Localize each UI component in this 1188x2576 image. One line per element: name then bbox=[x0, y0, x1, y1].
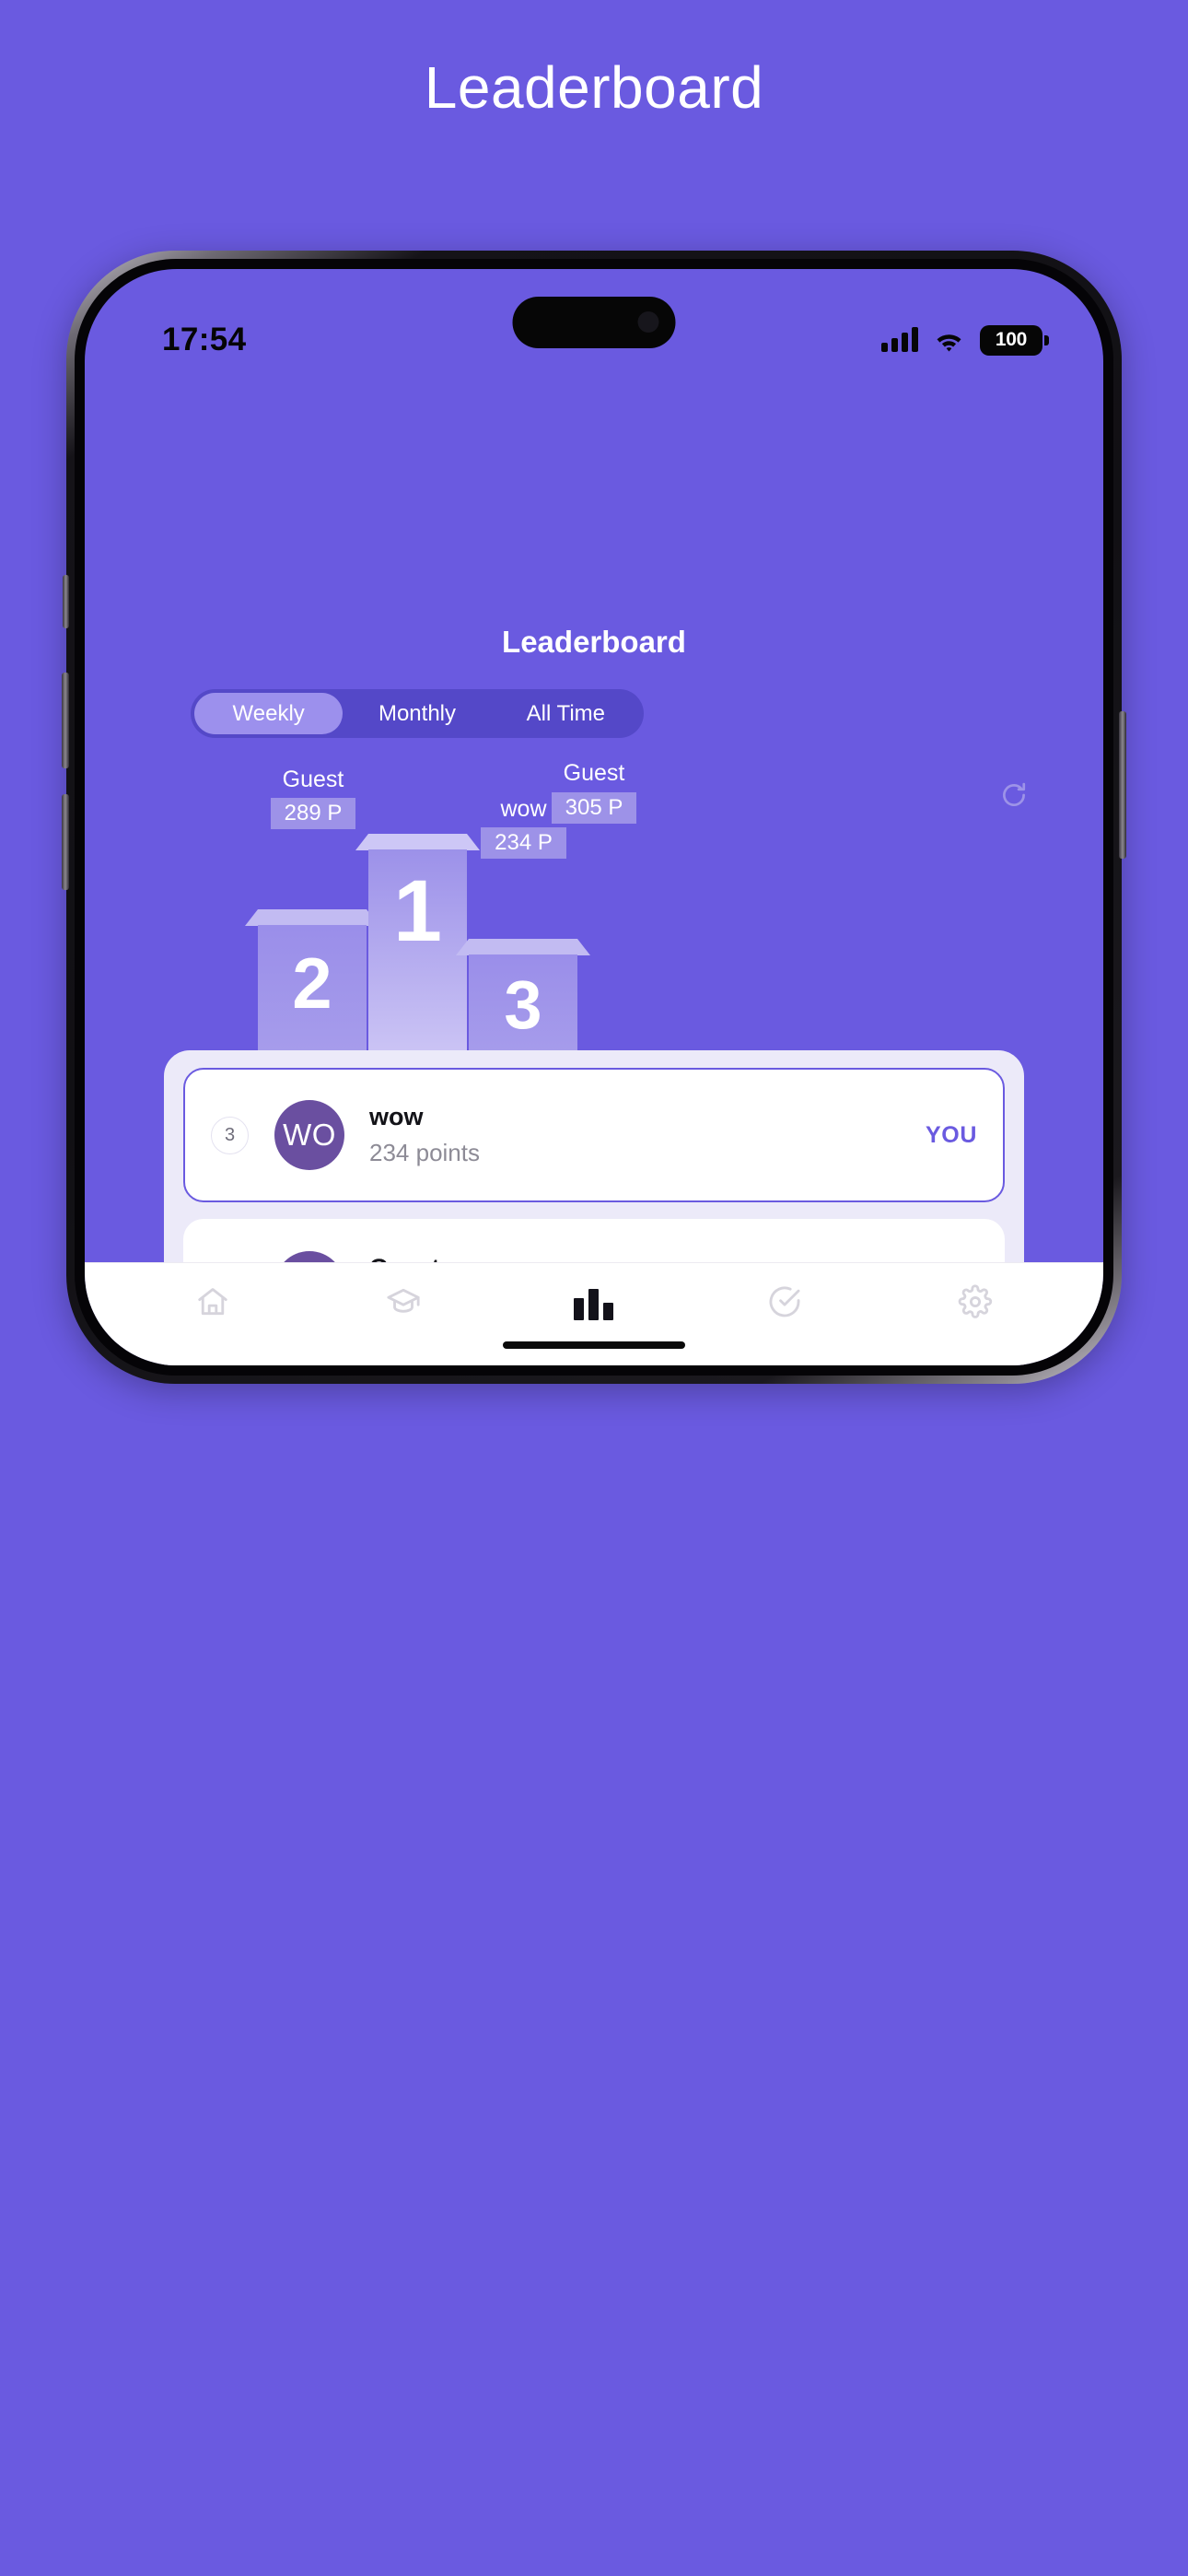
podium-name-2: Guest bbox=[282, 767, 344, 792]
bar-chart-icon bbox=[574, 1288, 614, 1320]
podium-block-1: 1 bbox=[368, 849, 467, 1061]
phone-mute-switch[interactable] bbox=[63, 575, 69, 628]
refresh-icon bbox=[998, 779, 1030, 815]
tab-learn[interactable] bbox=[368, 1277, 438, 1332]
podium-rank-3: 3 bbox=[504, 966, 542, 1043]
phone-volume-down-button[interactable] bbox=[62, 794, 69, 890]
period-segmented-control[interactable]: Weekly Monthly All Time bbox=[191, 689, 644, 738]
phone-volume-up-button[interactable] bbox=[62, 673, 69, 768]
tab-weekly[interactable]: Weekly bbox=[194, 693, 344, 734]
row-meta: wow 234 points bbox=[369, 1103, 926, 1167]
podium-block-top-3 bbox=[456, 939, 590, 955]
tab-all-time[interactable]: All Time bbox=[492, 693, 640, 734]
status-indicators: 100 bbox=[881, 324, 1049, 356]
podium-name-3: wow bbox=[500, 796, 547, 822]
podium-chart: Guest 289 P 2 1 wow 234 P 3 bbox=[85, 767, 1103, 1061]
tab-tasks[interactable] bbox=[750, 1277, 820, 1332]
podium-rank-2: 2 bbox=[292, 943, 332, 1024]
podium-label-2: Guest 289 P bbox=[237, 767, 390, 829]
gear-icon bbox=[958, 1284, 993, 1324]
podium-place-1: 1 bbox=[368, 849, 467, 1061]
rank-badge: 3 bbox=[211, 1116, 249, 1154]
you-badge: YOU bbox=[926, 1121, 977, 1148]
podium-block-top-2 bbox=[245, 909, 379, 926]
promo-title: Leaderboard bbox=[424, 54, 764, 121]
podium-place-2: Guest 289 P 2 bbox=[258, 767, 367, 1061]
battery-level: 100 bbox=[995, 329, 1028, 350]
cellular-signal-icon bbox=[881, 327, 918, 352]
podium-place-3: wow 234 P 3 bbox=[469, 796, 577, 1061]
tab-settings[interactable] bbox=[940, 1277, 1010, 1332]
tab-monthly[interactable]: Monthly bbox=[343, 693, 491, 734]
battery-icon: 100 bbox=[980, 324, 1049, 356]
podium-section: Guest 305 P Guest 289 P 2 1 wow 234 P 3 bbox=[85, 748, 1103, 1061]
graduation-cap-icon bbox=[386, 1284, 421, 1324]
refresh-button[interactable] bbox=[995, 778, 1033, 816]
podium-block-2: 2 bbox=[258, 925, 367, 1061]
phone-power-button[interactable] bbox=[1119, 711, 1126, 859]
app-screen-title: Leaderboard bbox=[502, 625, 686, 659]
podium-label-3: wow 234 P bbox=[448, 796, 599, 859]
wifi-icon bbox=[934, 329, 964, 352]
podium-points-2: 289 P bbox=[270, 798, 356, 829]
tab-leaderboard[interactable] bbox=[559, 1277, 629, 1332]
dynamic-island bbox=[512, 297, 676, 348]
podium-points-3: 234 P bbox=[481, 827, 566, 859]
row-points: 234 points bbox=[369, 1139, 480, 1166]
phone-frame: 17:54 100 Leaderboard Weekly Monthly All… bbox=[62, 251, 1126, 1384]
home-icon bbox=[195, 1284, 230, 1324]
avatar: WO bbox=[274, 1100, 344, 1170]
podium-block-3: 3 bbox=[469, 954, 577, 1061]
status-clock: 17:54 bbox=[162, 322, 247, 357]
bottom-tab-bar bbox=[85, 1262, 1103, 1365]
phone-screen: 17:54 100 Leaderboard Weekly Monthly All… bbox=[85, 269, 1103, 1365]
check-circle-icon bbox=[767, 1284, 802, 1324]
home-indicator[interactable] bbox=[503, 1341, 685, 1349]
tab-home[interactable] bbox=[178, 1277, 248, 1332]
table-row[interactable]: 3 WO wow 234 points YOU bbox=[183, 1068, 1005, 1202]
podium-rank-1: 1 bbox=[393, 862, 442, 960]
row-name: wow bbox=[369, 1103, 424, 1130]
phone-bezel: 17:54 100 Leaderboard Weekly Monthly All… bbox=[75, 259, 1113, 1376]
